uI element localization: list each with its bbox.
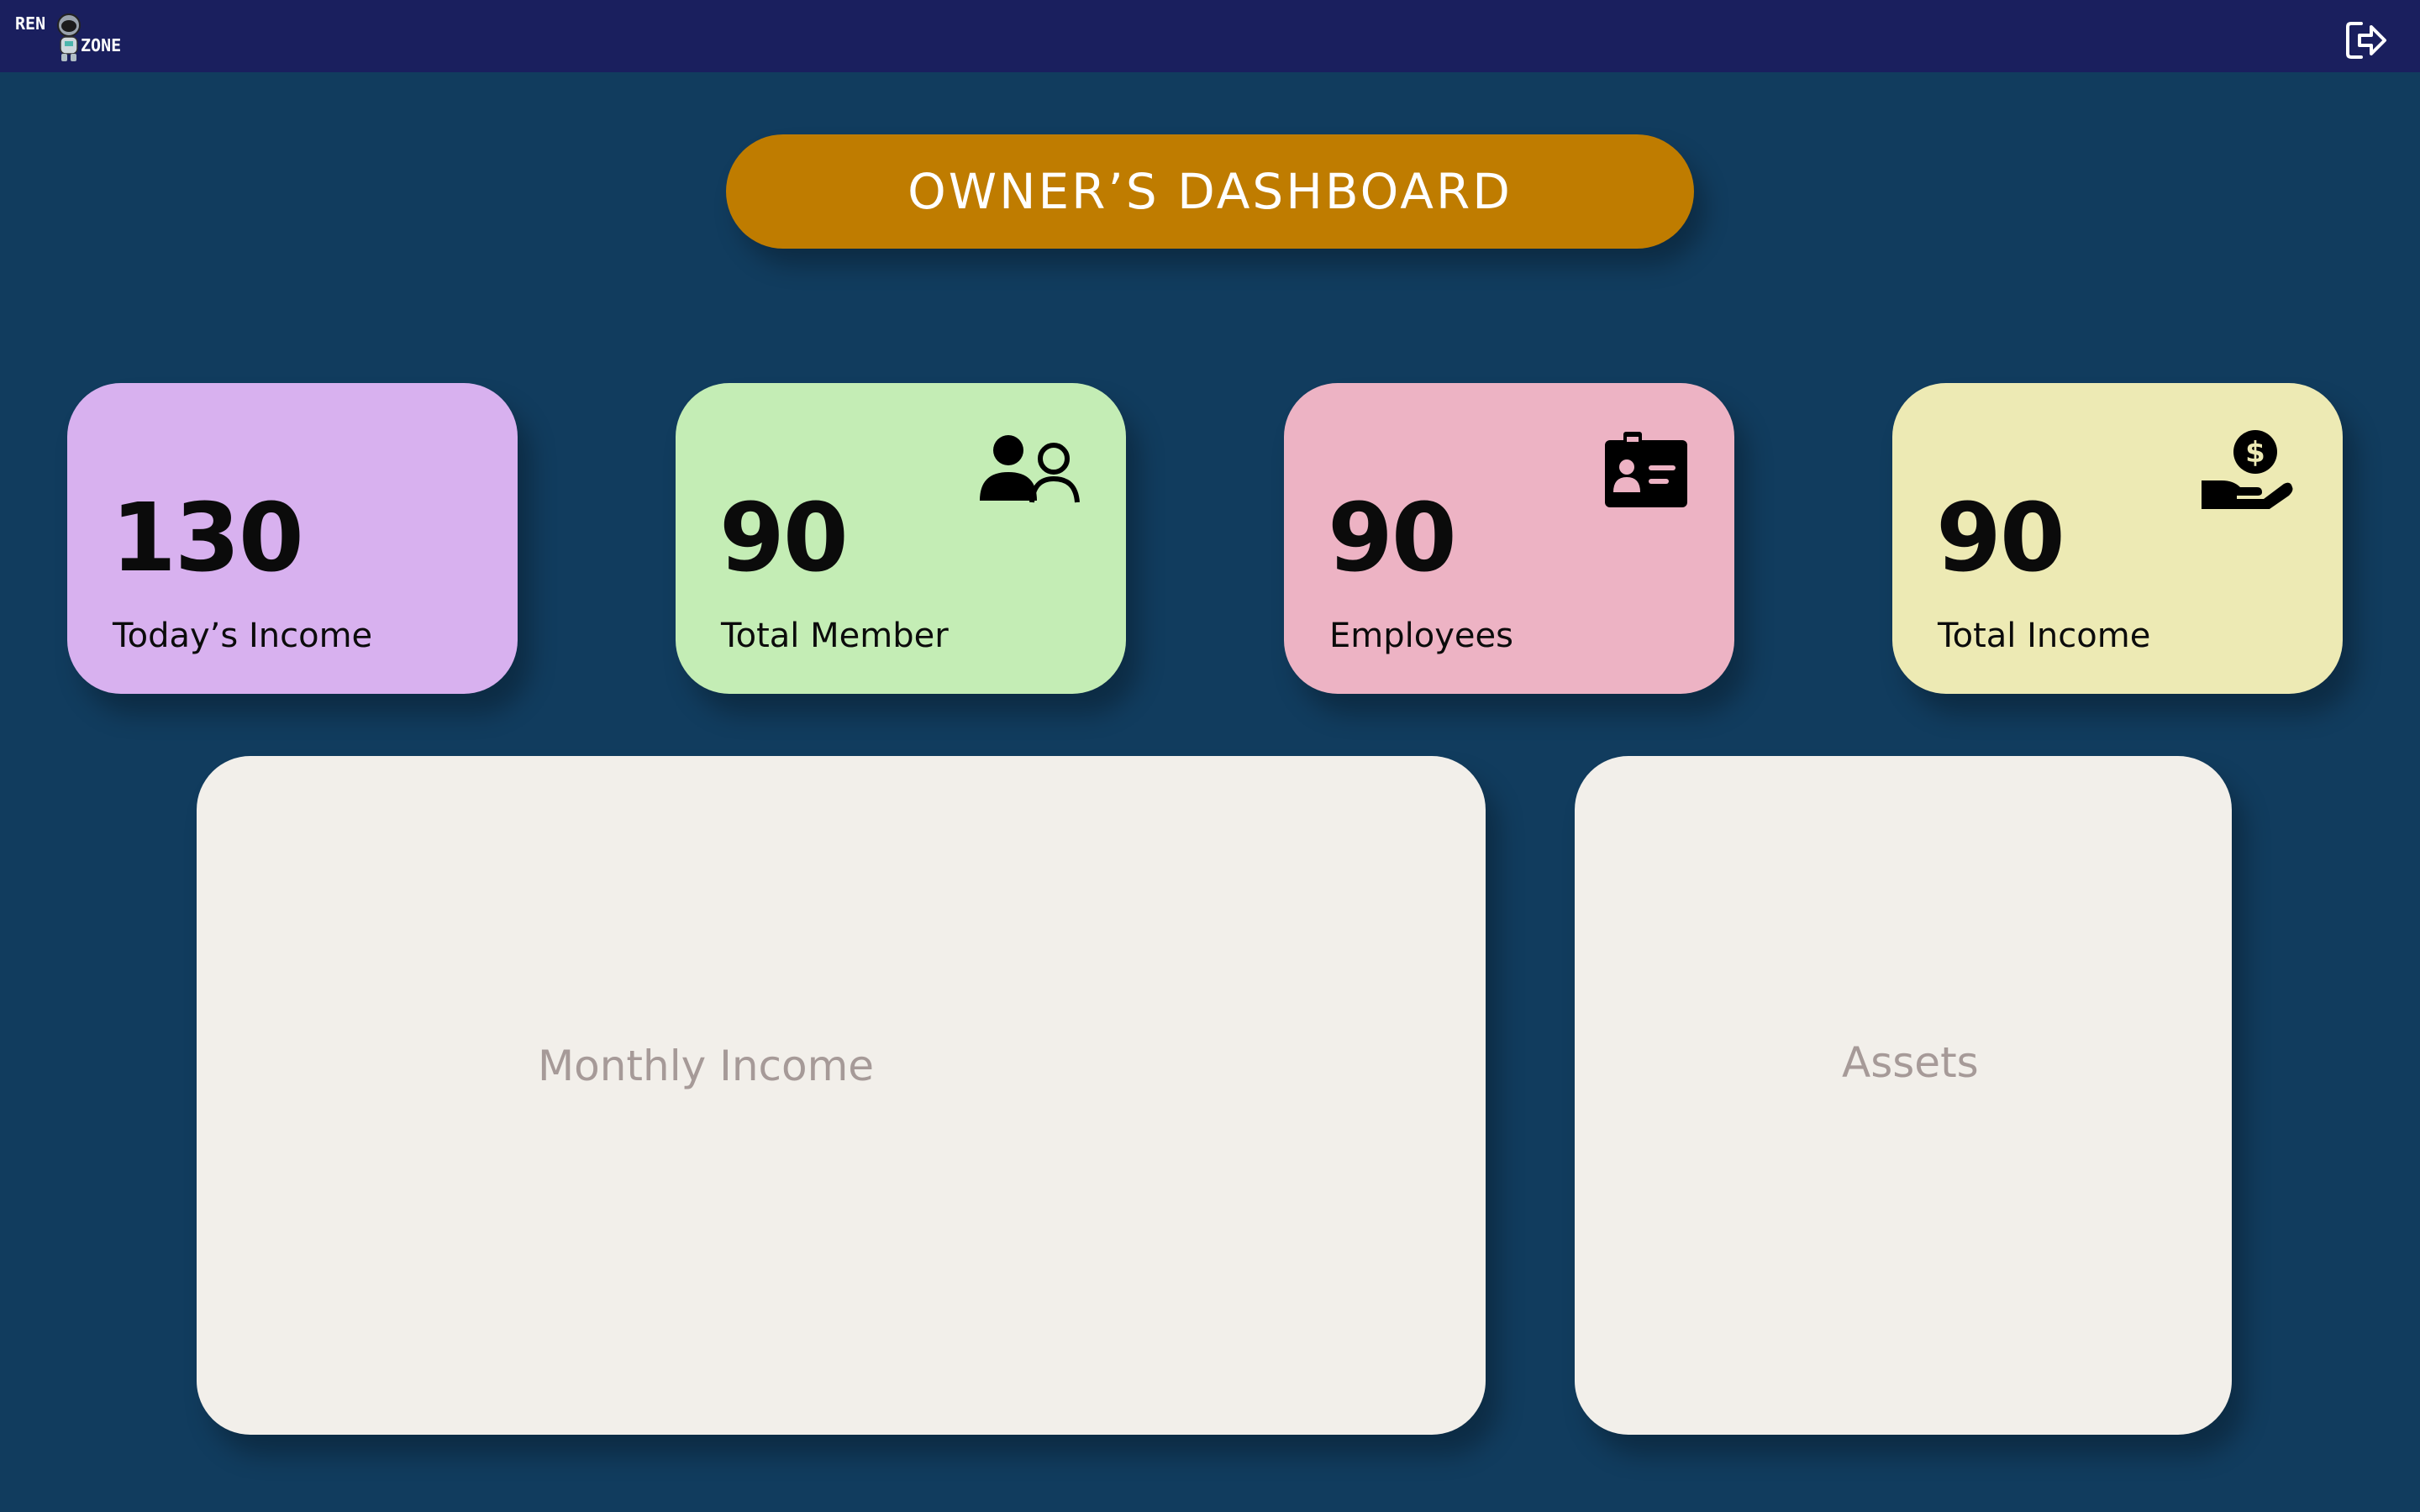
stat-label: Today’s Income	[113, 617, 373, 655]
page-title: OWNER’S DASHBOARD	[908, 163, 1512, 220]
stat-label: Total Income	[1938, 617, 2151, 655]
stat-label: Total Member	[721, 617, 949, 655]
id-badge-icon	[1605, 432, 1687, 507]
logo-word-bottom: ZONE	[81, 35, 122, 55]
svg-text:$: $	[2245, 436, 2265, 470]
logo-word-top: REN	[15, 13, 46, 34]
stat-value: 90	[1936, 484, 2065, 593]
stat-value: 90	[1328, 484, 1457, 593]
assets-panel: Assets	[1575, 756, 2232, 1435]
logout-icon[interactable]	[2343, 17, 2390, 64]
monthly-income-panel: Monthly Income	[197, 756, 1486, 1435]
stat-card-total-income[interactable]: $ 90 Total Income	[1892, 383, 2343, 694]
monthly-income-title: Monthly Income	[538, 1042, 875, 1090]
assets-title: Assets	[1842, 1038, 1979, 1087]
stat-card-employees[interactable]: 90 Employees	[1284, 383, 1734, 694]
stat-value: 130	[111, 484, 304, 593]
stat-card-total-member[interactable]: 90 Total Member	[676, 383, 1126, 694]
stat-label: Employees	[1329, 617, 1513, 655]
stat-value: 90	[719, 484, 849, 593]
top-navigation-bar: REN ZONE	[0, 0, 2420, 72]
money-hand-icon: $	[2202, 430, 2293, 509]
astronaut-icon	[57, 13, 81, 61]
stat-card-todays-income[interactable]: 130 Today’s Income	[67, 383, 518, 694]
users-icon	[980, 435, 1080, 503]
dashboard-title-banner: OWNER’S DASHBOARD	[726, 134, 1694, 249]
renzone-logo[interactable]: REN ZONE	[13, 8, 131, 67]
